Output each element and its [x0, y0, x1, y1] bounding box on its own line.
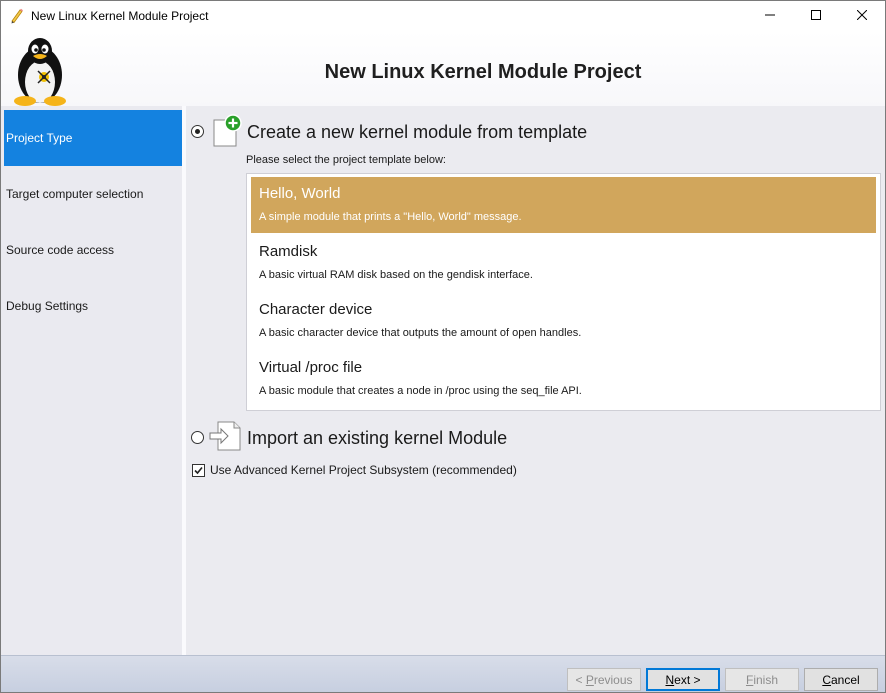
- template-list[interactable]: Hello, World A simple module that prints…: [246, 173, 881, 411]
- title-bar[interactable]: New Linux Kernel Module Project: [1, 1, 885, 32]
- radio-selected-dot: [195, 129, 200, 134]
- maximize-icon: [811, 9, 821, 23]
- import-existing-radio[interactable]: [191, 431, 204, 444]
- wizard-header: New Linux Kernel Module Project: [1, 32, 885, 106]
- next-button[interactable]: Next >: [646, 668, 720, 691]
- page-title: New Linux Kernel Module Project: [324, 61, 642, 83]
- new-document-plus-icon: [212, 114, 242, 148]
- pencil-icon: [9, 8, 25, 24]
- cancel-rest: ancel: [830, 672, 860, 687]
- create-from-template-radio[interactable]: [191, 125, 204, 138]
- previous-accel: P: [585, 672, 594, 687]
- previous-rest: revious: [593, 672, 633, 687]
- sidebar-item-label: Project Type: [6, 131, 73, 145]
- window-title: New Linux Kernel Module Project: [31, 9, 209, 23]
- advanced-subsystem-label[interactable]: Use Advanced Kernel Project Subsystem (r…: [210, 463, 517, 477]
- minimize-icon: [765, 9, 775, 23]
- wizard-footer: < Previous Next > Finish Cancel: [1, 655, 885, 692]
- sidebar-item-debug-settings[interactable]: Debug Settings: [4, 278, 182, 334]
- finish-rest: inish: [753, 672, 779, 687]
- minimize-button[interactable]: [747, 1, 793, 31]
- template-hint: Please select the project template below…: [246, 154, 446, 166]
- template-description: A basic module that creates a node in /p…: [259, 385, 582, 397]
- template-item-hello-world[interactable]: Hello, World A simple module that prints…: [251, 177, 876, 233]
- import-document-icon: [208, 419, 242, 453]
- previous-prefix: <: [575, 672, 586, 687]
- import-existing-label[interactable]: Import an existing kernel Module: [247, 428, 507, 449]
- finish-button[interactable]: Finish: [725, 668, 799, 691]
- template-item-character-device[interactable]: Character device A basic character devic…: [251, 293, 876, 349]
- previous-button[interactable]: < Previous: [567, 668, 641, 691]
- template-name: Character device: [259, 301, 373, 318]
- maximize-button[interactable]: [793, 1, 839, 31]
- sidebar-item-project-type[interactable]: Project Type: [4, 110, 182, 166]
- close-icon: [856, 9, 868, 23]
- sidebar-item-label: Source code access: [6, 243, 115, 257]
- template-name: Hello, World: [259, 185, 341, 202]
- template-description: A basic virtual RAM disk based on the ge…: [259, 269, 533, 281]
- create-from-template-label[interactable]: Create a new kernel module from template: [247, 122, 587, 143]
- wizard-sidebar: Project Type Target computer selection S…: [1, 106, 185, 655]
- wizard-window: New Linux Kernel Module Project New Linu…: [0, 0, 886, 693]
- next-accel: N: [665, 672, 675, 687]
- template-name: Ramdisk: [259, 243, 318, 260]
- sidebar-item-label: Debug Settings: [6, 299, 89, 313]
- cancel-button[interactable]: Cancel: [804, 668, 878, 691]
- cancel-accel: C: [822, 672, 831, 687]
- sidebar-item-target-computer-selection[interactable]: Target computer selection: [4, 166, 182, 222]
- template-description: A simple module that prints a "Hello, Wo…: [259, 211, 522, 223]
- template-item-ramdisk[interactable]: Ramdisk A basic virtual RAM disk based o…: [251, 235, 876, 291]
- close-button[interactable]: [839, 1, 885, 31]
- finish-accel: F: [745, 672, 754, 687]
- next-rest: ext >: [674, 672, 701, 687]
- template-description: A basic character device that outputs th…: [259, 327, 582, 339]
- main-content: Create a new kernel module from template…: [186, 106, 885, 655]
- sidebar-item-source-code-access[interactable]: Source code access: [4, 222, 182, 278]
- sidebar-item-label: Target computer selection: [6, 187, 144, 201]
- advanced-subsystem-checkbox[interactable]: [192, 464, 205, 477]
- template-item-virtual-proc-file[interactable]: Virtual /proc file A basic module that c…: [251, 351, 876, 407]
- template-name: Virtual /proc file: [259, 359, 363, 376]
